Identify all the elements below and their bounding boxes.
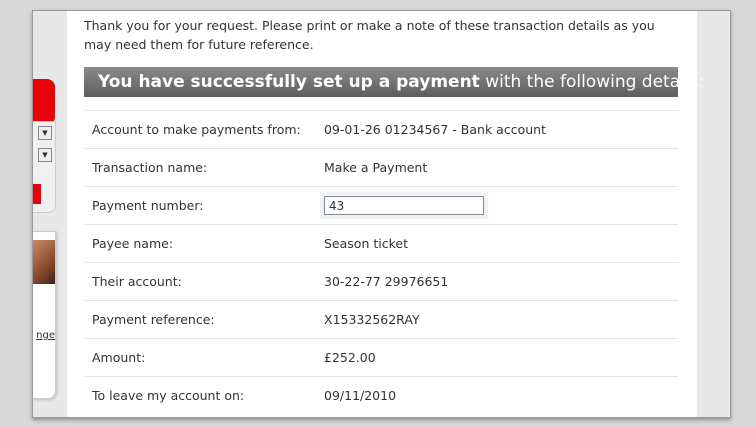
sidebar-promo-card: nge	[33, 231, 56, 399]
sidebar-red-tab[interactable]	[33, 79, 55, 125]
detail-label: Their account:	[84, 262, 316, 301]
detail-value: 09/11/2010	[316, 376, 678, 414]
detail-label: Payee name:	[84, 224, 316, 263]
detail-value: Make a Payment	[316, 148, 678, 187]
detail-row: Their account: 30-22-77 29976651	[84, 262, 678, 301]
sidebar-dropdown-arrow-icon[interactable]: ▼	[38, 148, 52, 162]
detail-label: To leave my account on:	[84, 376, 316, 414]
detail-row: Account to make payments from: 09-01-26 …	[84, 110, 678, 149]
intro-text: Thank you for your request. Please print…	[84, 18, 655, 52]
sidebar-link[interactable]: nge	[33, 330, 55, 341]
sidebar-dropdown-arrow-icon[interactable]: ▼	[38, 126, 52, 140]
detail-value: 30-22-77 29976651	[316, 262, 678, 301]
detail-value: X15332562RAY	[316, 300, 678, 339]
detail-row: Amount: £252.00	[84, 338, 678, 377]
transaction-details-table: Account to make payments from: 09-01-26 …	[84, 110, 678, 414]
detail-label: Transaction name:	[84, 148, 316, 187]
detail-row: To leave my account on: 09/11/2010	[84, 376, 678, 414]
detail-label: Amount:	[84, 338, 316, 377]
detail-value: Season ticket	[316, 224, 678, 263]
sidebar-go-button[interactable]	[33, 184, 41, 204]
detail-row: Payment number:	[84, 186, 678, 225]
detail-row: Payment reference: X15332562RAY	[84, 300, 678, 339]
detail-value: £252.00	[316, 338, 678, 377]
detail-label: Payment reference:	[84, 300, 316, 339]
detail-value: 09-01-26 01234567 - Bank account	[316, 110, 678, 149]
detail-row: Payee name: Season ticket	[84, 224, 678, 263]
payment-number-field[interactable]	[324, 196, 484, 215]
detail-row: Transaction name: Make a Payment	[84, 148, 678, 187]
banner-bold-text: You have successfully set up a payment	[98, 72, 480, 92]
detail-label: Account to make payments from:	[84, 110, 316, 149]
main-content: Thank you for your request. Please print…	[67, 11, 704, 417]
browser-window: ▼ ▼ nge Thank you for your request. Plea…	[32, 10, 731, 418]
success-banner: You have successfully set up a payment w…	[84, 67, 704, 97]
sidebar-photo	[33, 240, 55, 284]
detail-label: Payment number:	[84, 186, 316, 225]
detail-value-cell	[316, 186, 678, 225]
banner-rest-text: with the following details:	[479, 72, 705, 92]
